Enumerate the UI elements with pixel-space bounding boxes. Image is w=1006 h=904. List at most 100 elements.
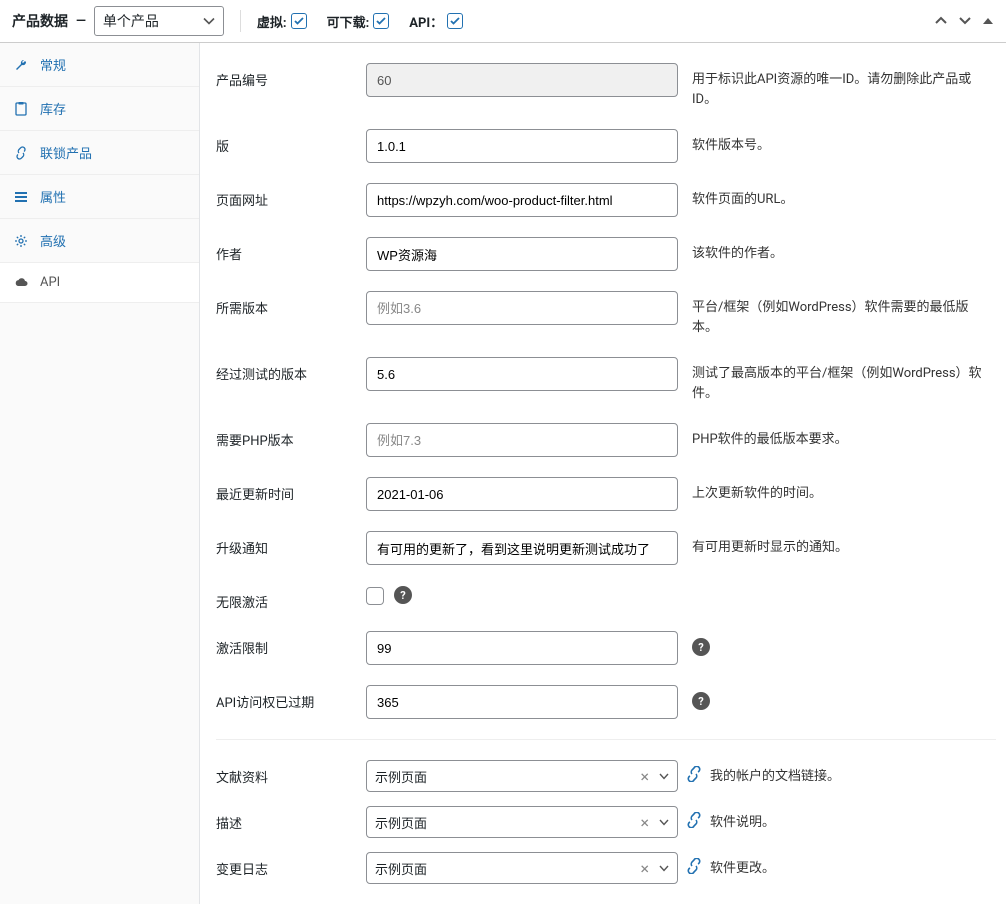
- select-description[interactable]: 示例页面 ×: [366, 806, 678, 838]
- virtual-label: 虚拟:: [257, 12, 287, 31]
- api-label: API：: [409, 12, 443, 31]
- input-page-url[interactable]: [366, 183, 678, 217]
- link-icon[interactable]: [686, 858, 702, 874]
- input-product-id[interactable]: [366, 63, 678, 97]
- label-last-updated: 最近更新时间: [216, 477, 366, 503]
- chevron-down-icon: [203, 17, 215, 25]
- panel-title: 产品数据: [12, 11, 68, 31]
- sidebar-item-linked[interactable]: 联锁产品: [0, 131, 199, 175]
- label-tested-version: 经过测试的版本: [216, 357, 366, 383]
- label-api-expire: API访问权已过期: [216, 685, 366, 711]
- help-changelog: 软件更改。: [710, 852, 775, 879]
- row-author: 作者 该软件的作者。: [216, 237, 996, 271]
- select-documentation[interactable]: 示例页面 ×: [366, 760, 678, 792]
- label-unlimited-activation: 无限激活: [216, 585, 366, 611]
- help-tested-version: 测试了最高版本的平台/框架（例如WordPress）软件。: [692, 357, 992, 403]
- help-version: 软件版本号。: [692, 129, 770, 156]
- sidebar-item-advanced[interactable]: 高级: [0, 219, 199, 263]
- row-documentation: 文献资料 示例页面 × 我的帐户的文档链接。: [216, 760, 996, 792]
- sidebar-label: 高级: [40, 231, 66, 250]
- sidebar-label: 联锁产品: [40, 143, 92, 162]
- input-author[interactable]: [366, 237, 678, 271]
- select-changelog[interactable]: 示例页面 ×: [366, 852, 678, 884]
- row-description: 描述 示例页面 × 软件说明。: [216, 806, 996, 838]
- input-upgrade-notice[interactable]: [366, 531, 678, 565]
- help-page-url: 软件页面的URL。: [692, 183, 793, 210]
- cloud-icon: [14, 276, 30, 290]
- input-api-expire[interactable]: [366, 685, 678, 719]
- downloadable-checkbox[interactable]: [373, 13, 389, 29]
- chevron-up-icon[interactable]: [934, 16, 948, 26]
- chevron-down-icon: [659, 773, 669, 780]
- help-documentation: 我的帐户的文档链接。: [710, 760, 840, 787]
- sidebar-label: 属性: [40, 187, 66, 206]
- link-icon[interactable]: [686, 766, 702, 782]
- input-activation-limit[interactable]: [366, 631, 678, 665]
- checkbox-unlimited-activation[interactable]: [366, 587, 384, 605]
- section-divider: [216, 739, 996, 740]
- clear-icon[interactable]: ×: [640, 767, 649, 786]
- input-tested-version[interactable]: [366, 357, 678, 391]
- label-php-version: 需要PHP版本: [216, 423, 366, 449]
- label-page-url: 页面网址: [216, 183, 366, 209]
- label-product-id: 产品编号: [216, 63, 366, 89]
- sidebar-item-inventory[interactable]: 库存: [0, 87, 199, 131]
- input-php-version[interactable]: [366, 423, 678, 457]
- virtual-checkbox[interactable]: [291, 13, 307, 29]
- row-unlimited-activation: 无限激活 ?: [216, 585, 996, 611]
- api-checkbox[interactable]: [447, 13, 463, 29]
- help-upgrade-notice: 有可用更新时显示的通知。: [692, 531, 848, 558]
- chevron-down-icon: [659, 819, 669, 826]
- product-data-header: 产品数据 — 单个产品 虚拟: 可下载: API：: [0, 0, 1006, 43]
- row-php-version: 需要PHP版本 PHP软件的最低版本要求。: [216, 423, 996, 457]
- help-icon[interactable]: ?: [692, 638, 710, 656]
- clear-icon[interactable]: ×: [640, 859, 649, 878]
- caret-up-icon[interactable]: [982, 16, 994, 26]
- label-author: 作者: [216, 237, 366, 263]
- help-last-updated: 上次更新软件的时间。: [692, 477, 822, 504]
- input-version[interactable]: [366, 129, 678, 163]
- wrench-icon: [14, 58, 30, 72]
- label-changelog: 变更日志: [216, 852, 366, 878]
- help-author: 该软件的作者。: [692, 237, 783, 264]
- product-type-select[interactable]: 单个产品: [94, 6, 224, 36]
- divider: [240, 10, 241, 32]
- row-tested-version: 经过测试的版本 测试了最高版本的平台/框架（例如WordPress）软件。: [216, 357, 996, 403]
- header-checkbox-group: 虚拟: 可下载: API：: [257, 12, 463, 31]
- help-icon[interactable]: ?: [394, 586, 412, 604]
- downloadable-label: 可下载:: [327, 12, 370, 31]
- sidebar-label: API: [40, 275, 60, 290]
- link-icon[interactable]: [686, 812, 702, 828]
- sidebar-item-attributes[interactable]: 属性: [0, 175, 199, 219]
- clear-icon[interactable]: ×: [640, 813, 649, 832]
- row-changelog: 变更日志 示例页面 × 软件更改。: [216, 852, 996, 884]
- row-version: 版 软件版本号。: [216, 129, 996, 163]
- label-upgrade-notice: 升级通知: [216, 531, 366, 557]
- help-php-version: PHP软件的最低版本要求。: [692, 423, 848, 450]
- sidebar-item-api[interactable]: API: [0, 263, 199, 303]
- row-api-expire: API访问权已过期 ?: [216, 685, 996, 719]
- input-last-updated[interactable]: [366, 477, 678, 511]
- product-type-value: 单个产品: [103, 11, 159, 31]
- row-required-version: 所需版本 平台/框架（例如WordPress）软件需要的最低版本。: [216, 291, 996, 337]
- sidebar-item-general[interactable]: 常规: [0, 43, 199, 87]
- product-tabs-sidebar: 常规 库存 联锁产品 属性 高级 API: [0, 43, 200, 904]
- select-value: 示例页面: [375, 767, 427, 786]
- main-content: 常规 库存 联锁产品 属性 高级 API 产品编号 用于标识此API资源的唯一I…: [0, 43, 1006, 904]
- row-activation-limit: 激活限制 ?: [216, 631, 996, 665]
- select-value: 示例页面: [375, 859, 427, 878]
- input-required-version[interactable]: [366, 291, 678, 325]
- help-icon[interactable]: ?: [692, 692, 710, 710]
- downloadable-checkbox-label[interactable]: 可下载:: [327, 12, 390, 31]
- virtual-checkbox-label[interactable]: 虚拟:: [257, 12, 307, 31]
- row-upgrade-notice: 升级通知 有可用更新时显示的通知。: [216, 531, 996, 565]
- help-product-id: 用于标识此API资源的唯一ID。请勿删除此产品或ID。: [692, 63, 992, 109]
- row-page-url: 页面网址 软件页面的URL。: [216, 183, 996, 217]
- help-required-version: 平台/框架（例如WordPress）软件需要的最低版本。: [692, 291, 992, 337]
- clipboard-icon: [14, 102, 30, 116]
- chevron-down-icon[interactable]: [958, 16, 972, 26]
- label-activation-limit: 激活限制: [216, 631, 366, 657]
- api-checkbox-label[interactable]: API：: [409, 12, 463, 31]
- label-description: 描述: [216, 806, 366, 832]
- label-version: 版: [216, 129, 366, 155]
